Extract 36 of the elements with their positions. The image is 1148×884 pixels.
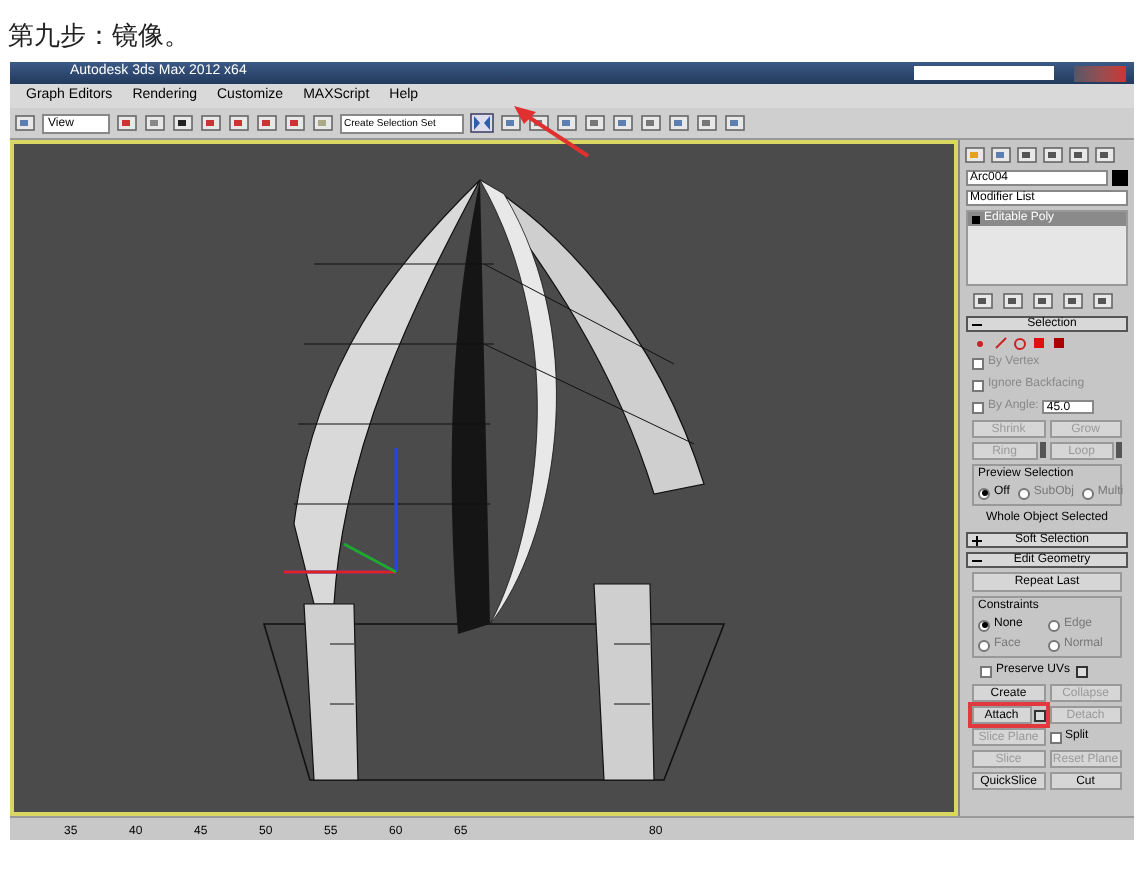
- radio-button[interactable]: [978, 487, 990, 499]
- radio-button[interactable]: [1081, 487, 1094, 499]
- settings-icon[interactable]: [1033, 709, 1045, 721]
- checkbox[interactable]: [972, 357, 984, 369]
- stack-tool-icon[interactable]: [1092, 290, 1114, 312]
- stack-tool-icon[interactable]: [1002, 290, 1024, 312]
- search-field[interactable]: [914, 66, 1054, 80]
- spinner-icon[interactable]: [1039, 442, 1045, 458]
- object-color-swatch[interactable]: [1112, 170, 1128, 186]
- stack-tool-icon[interactable]: [1032, 290, 1054, 312]
- checkbox[interactable]: [980, 665, 992, 677]
- settings-icon[interactable]: [1076, 665, 1089, 677]
- step-caption: 第九步：镜像。: [8, 22, 190, 52]
- collapse-icon[interactable]: [972, 555, 982, 565]
- collapse-icon[interactable]: [972, 319, 982, 329]
- panel-tab-icon[interactable]: [964, 144, 986, 166]
- radio-button[interactable]: [978, 639, 990, 651]
- pointer-arrow: [512, 104, 592, 160]
- panel-tab-icon[interactable]: [1094, 144, 1116, 166]
- radio-button[interactable]: [978, 619, 990, 631]
- radio-button[interactable]: [1017, 487, 1030, 499]
- radio-button[interactable]: [1048, 639, 1060, 651]
- panel-tab-icon[interactable]: [1016, 144, 1038, 166]
- stack-tool-icon[interactable]: [1062, 290, 1084, 312]
- toolbar-icon[interactable]: [172, 112, 194, 134]
- radio-button[interactable]: [1048, 619, 1060, 631]
- panel-tab-icon[interactable]: [990, 144, 1012, 166]
- stack-tool-icon[interactable]: [972, 290, 994, 312]
- expand-icon[interactable]: [972, 535, 982, 545]
- mirror-icon[interactable]: [470, 112, 494, 134]
- perspective-viewport[interactable]: [10, 140, 958, 816]
- panel-tab-icon[interactable]: [1068, 144, 1090, 166]
- checkbox[interactable]: [972, 401, 984, 413]
- checkbox[interactable]: [1049, 731, 1061, 743]
- checkbox[interactable]: [972, 379, 984, 391]
- panel-tab-icon[interactable]: [1042, 144, 1064, 166]
